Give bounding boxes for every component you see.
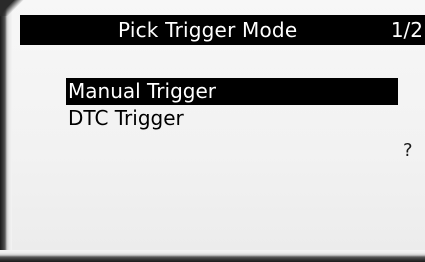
scan-tool-device: Pick Trigger Mode 1/2 Manual Trigger DTC…: [0, 0, 425, 262]
device-bezel-corner: [0, 0, 24, 16]
question-mark-icon[interactable]: ?: [403, 140, 413, 162]
device-bezel-bottom: [0, 250, 425, 262]
page-title: Pick Trigger Mode: [118, 18, 298, 42]
device-bezel-left: [0, 4, 12, 262]
menu-item-manual-trigger[interactable]: Manual Trigger: [66, 78, 398, 105]
menu-item-dtc-trigger[interactable]: DTC Trigger: [66, 105, 398, 132]
title-bar: Pick Trigger Mode 1/2: [20, 15, 425, 45]
menu-item-label: DTC Trigger: [68, 106, 184, 130]
trigger-mode-menu: Manual Trigger DTC Trigger: [66, 78, 398, 132]
menu-item-label: Manual Trigger: [68, 79, 217, 103]
page-indicator: 1/2: [390, 18, 423, 42]
